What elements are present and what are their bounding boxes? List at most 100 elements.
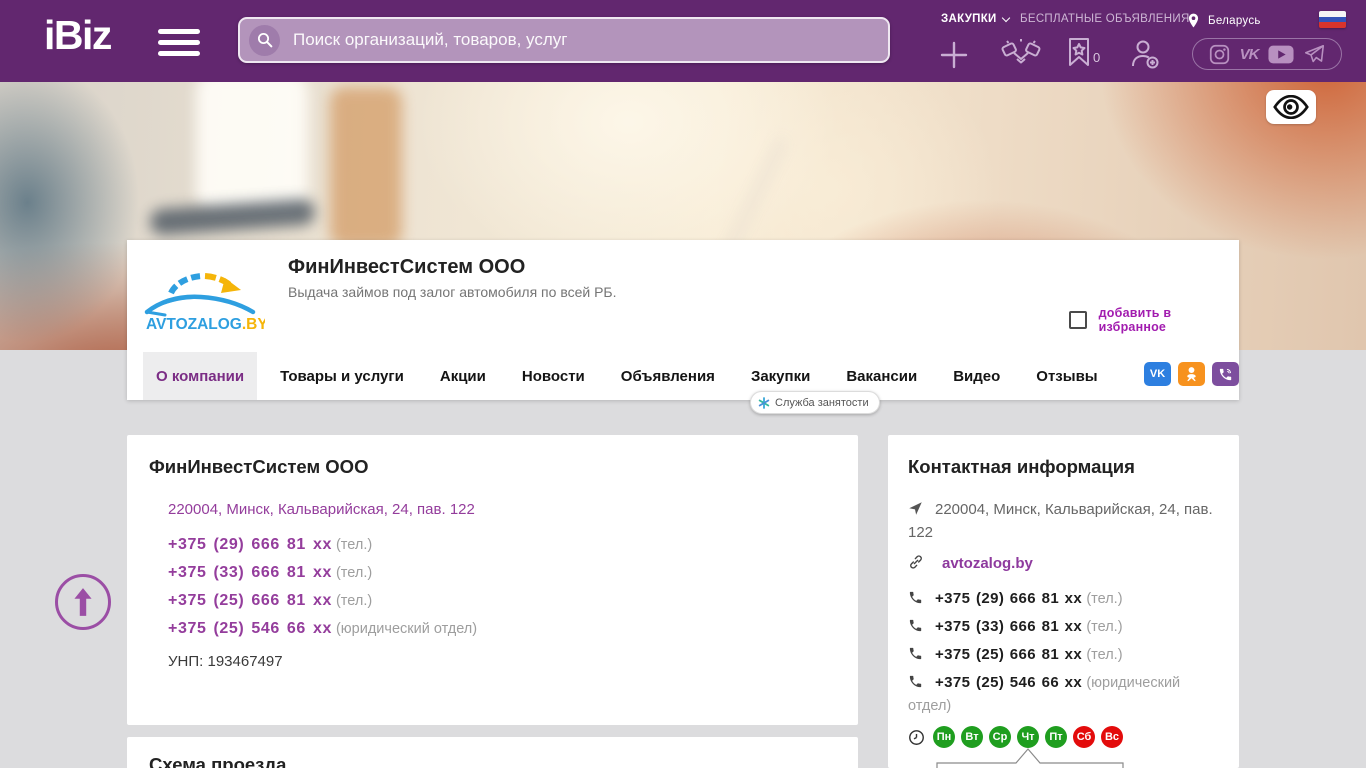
phone-icon (908, 674, 923, 695)
company-tagline: Выдача займов под залог автомобиля по вс… (288, 284, 617, 300)
phone-note: (тел.) (1086, 647, 1123, 663)
vk-share-icon[interactable]: VK (1144, 362, 1171, 386)
site-logo[interactable]: iBiz (44, 12, 112, 59)
tab-reviews[interactable]: Отзывы (1023, 352, 1110, 400)
language-flag-russia[interactable] (1319, 11, 1346, 28)
chevron-down-icon (1001, 13, 1010, 23)
phone-number[interactable]: +375 (29) 666 81 xx (168, 536, 332, 553)
contact-website-row: avtozalog.by (908, 553, 1225, 576)
favorites-count: 0 (1093, 50, 1101, 65)
schedule-day[interactable]: Сб (1073, 726, 1095, 748)
tab-about[interactable]: О компании (143, 352, 258, 400)
search-bar (238, 17, 890, 63)
add-plus-icon[interactable] (938, 39, 970, 71)
vk-icon[interactable]: VK (1240, 46, 1260, 63)
tab-video[interactable]: Видео (940, 352, 1013, 400)
phone-note: (тел.) (1086, 591, 1123, 607)
employment-service-icon (758, 396, 770, 409)
schedule-day[interactable]: Вт (961, 726, 983, 748)
navigation-arrow-icon (908, 501, 923, 522)
phone-row: +375 (29) 666 81 xx (тел.) (168, 536, 372, 554)
phone-number[interactable]: +375 (33) 666 81 xx (935, 618, 1082, 635)
phone-note: (тел.) (1086, 619, 1123, 635)
company-tabs: О компании Товары и услуги Акции Новости… (127, 352, 1239, 400)
company-unp: УНП: 193467497 (168, 653, 283, 670)
company-name: ФинИнвестСистем ООО (288, 256, 526, 278)
tab-products[interactable]: Товары и услуги (267, 352, 417, 400)
schedule-day[interactable]: Пн (933, 726, 955, 748)
handshake-icon[interactable] (1001, 38, 1041, 72)
company-logo: AVTOZALOG.BY (141, 254, 268, 348)
tab-news[interactable]: Новости (509, 352, 598, 400)
contact-address-row: 220004, Минск, Кальварийская, 24, пав. 1… (908, 499, 1225, 543)
hero-phone-shape (149, 198, 316, 236)
phone-number[interactable]: +375 (25) 546 66 xx (168, 620, 332, 637)
phone-note: (тел.) (335, 593, 373, 609)
company-card: AVTOZALOG.BY ФинИнвестСистем ООО Выдача … (127, 240, 1239, 414)
work-schedule: Пн Вт Ср Чт Пт Сб Вс (908, 726, 1123, 748)
vacancies-tooltip: Служба занятости (750, 391, 880, 414)
phone-icon (908, 590, 923, 611)
accessibility-eye-icon[interactable] (1266, 90, 1316, 124)
telegram-icon[interactable] (1304, 44, 1325, 65)
phone-row: +375 (25) 546 66 xx (юридический отдел) (168, 620, 477, 638)
nav-free-ads[interactable]: БЕСПЛАТНЫЕ ОБЪЯВЛЕНИЯ (1020, 13, 1190, 25)
contact-info-section: Контактная информация 220004, Минск, Кал… (888, 435, 1239, 768)
tab-ads[interactable]: Объявления (608, 352, 728, 400)
search-input[interactable] (291, 29, 888, 51)
menu-icon[interactable] (158, 29, 200, 62)
logo-text: AVTOZALOG (146, 316, 242, 333)
website-link[interactable]: avtozalog.by (942, 555, 1033, 572)
svg-text:AVTOZALOG.BY: AVTOZALOG.BY (146, 316, 265, 333)
phone-note: (юридический отдел) (335, 621, 478, 637)
schedule-day[interactable]: Чт (1017, 726, 1039, 748)
phone-number[interactable]: +375 (25) 666 81 xx (935, 646, 1082, 663)
favorite-label: добавить в избранное (1098, 306, 1172, 334)
contact-info-title: Контактная информация (908, 456, 1135, 477)
tab-promotions[interactable]: Акции (427, 352, 499, 400)
about-section: ФинИнвестСистем ООО 220004, Минск, Кальв… (127, 435, 858, 725)
contact-address: 220004, Минск, Кальварийская, 24, пав. 1… (908, 501, 1213, 541)
bookmark-favorites-icon[interactable] (1066, 36, 1092, 68)
schedule-day[interactable]: Ср (989, 726, 1011, 748)
viber-icon[interactable] (1212, 362, 1239, 386)
youtube-icon[interactable] (1268, 45, 1294, 64)
hero-cup-shape (196, 82, 308, 212)
phone-note: (тел.) (335, 537, 373, 553)
link-icon (908, 554, 924, 576)
phone-number[interactable]: +375 (33) 666 81 xx (168, 564, 332, 581)
map-title: Схема проезда (149, 754, 287, 768)
about-address-link[interactable]: 220004, Минск, Кальварийская, 24, пав. 1… (168, 501, 475, 518)
phone-row: +375 (33) 666 81 xx (тел.) (168, 564, 372, 582)
phone-icon (908, 646, 923, 667)
phone-row: +375 (25) 666 81 xx (тел.) (168, 592, 372, 610)
hero-coffee-shape (330, 87, 402, 247)
search-icon (249, 24, 280, 56)
phone-number[interactable]: +375 (25) 666 81 xx (168, 592, 332, 609)
back-to-top-button[interactable] (55, 574, 111, 630)
header-social-links: VK (1192, 38, 1342, 70)
phone-note: (тел.) (335, 565, 373, 581)
header: iBiz ЗАКУПКИ БЕСПЛАТНЫЕ ОБЪЯВЛЕНИЯ Белар… (0, 0, 1366, 82)
contact-phone-row: +375 (33) 666 81 xx (тел.) (908, 616, 1225, 639)
contact-phone-row: +375 (25) 666 81 xx (тел.) (908, 644, 1225, 667)
schedule-day[interactable]: Пт (1045, 726, 1067, 748)
map-section: Схема проезда (127, 737, 858, 768)
schedule-day[interactable]: Вс (1101, 726, 1123, 748)
clock-icon (908, 729, 925, 746)
nav-procurement[interactable]: ЗАКУПКИ (941, 13, 1010, 25)
company-social-links: VK (1144, 362, 1239, 386)
page: iBiz ЗАКУПКИ БЕСПЛАТНЫЕ ОБЪЯВЛЕНИЯ Белар… (0, 0, 1366, 768)
contact-phone-row: +375 (29) 666 81 xx (тел.) (908, 588, 1225, 611)
favorite-checkbox[interactable] (1069, 311, 1087, 329)
phone-number[interactable]: +375 (25) 546 66 xx (935, 674, 1082, 691)
about-title: ФинИнвестСистем ООО (149, 456, 369, 477)
instagram-icon[interactable] (1209, 44, 1230, 65)
ok-share-icon[interactable] (1178, 362, 1205, 386)
phone-number[interactable]: +375 (29) 666 81 xx (935, 590, 1082, 607)
contact-phone-row: +375 (25) 546 66 xx (юридический отдел) (908, 672, 1225, 717)
nav-country[interactable]: Беларусь (1188, 13, 1261, 28)
user-register-icon[interactable] (1127, 37, 1161, 71)
location-pin-icon (1188, 13, 1199, 28)
add-to-favorites[interactable]: добавить в избранное (1069, 306, 1239, 334)
